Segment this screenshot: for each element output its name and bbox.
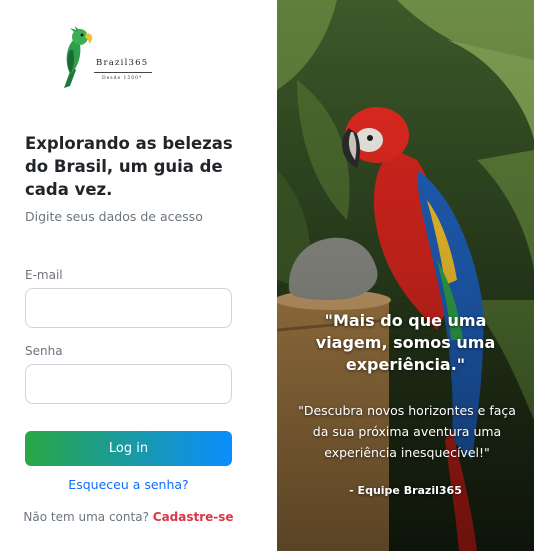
hero-panel: "Mais do que uma viagem, somos uma exper… xyxy=(277,0,534,551)
brand-tagline: Desde 1500* xyxy=(102,76,143,81)
signup-link[interactable]: Cadastre-se xyxy=(153,510,234,524)
hero-quote-text: "Descubra novos horizontes e faça da sua… xyxy=(298,403,516,460)
password-label: Senha xyxy=(25,344,63,358)
page-title: Explorando as belezas do Brasil, um guia… xyxy=(25,134,233,199)
macaw-photo xyxy=(277,0,534,551)
parrot-logo-icon xyxy=(64,26,93,88)
email-field[interactable] xyxy=(25,288,232,328)
brand-name: Brazil365 xyxy=(96,58,149,68)
no-account-text: Não tem uma conta? xyxy=(23,510,149,524)
login-panel: Brazil365 Desde 1500* Explorando as bele… xyxy=(0,0,277,551)
email-label: E-mail xyxy=(25,268,63,282)
hero-quote-author: - Equipe Brazil365 xyxy=(349,484,462,497)
brand-logo: Brazil365 Desde 1500* xyxy=(56,26,166,92)
login-page: Brazil365 Desde 1500* Explorando as bele… xyxy=(0,0,534,551)
page-subtitle: Digite seus dados de acesso xyxy=(25,209,203,224)
signup-row: Não tem uma conta? Cadastre-se xyxy=(0,510,257,524)
login-button[interactable]: Log in xyxy=(25,431,232,466)
hero-quote-title: "Mais do que uma viagem, somos uma exper… xyxy=(315,311,496,374)
forgot-password-link[interactable]: Esqueceu a senha? xyxy=(0,477,257,492)
password-field[interactable] xyxy=(25,364,232,404)
brand-divider xyxy=(94,72,152,73)
